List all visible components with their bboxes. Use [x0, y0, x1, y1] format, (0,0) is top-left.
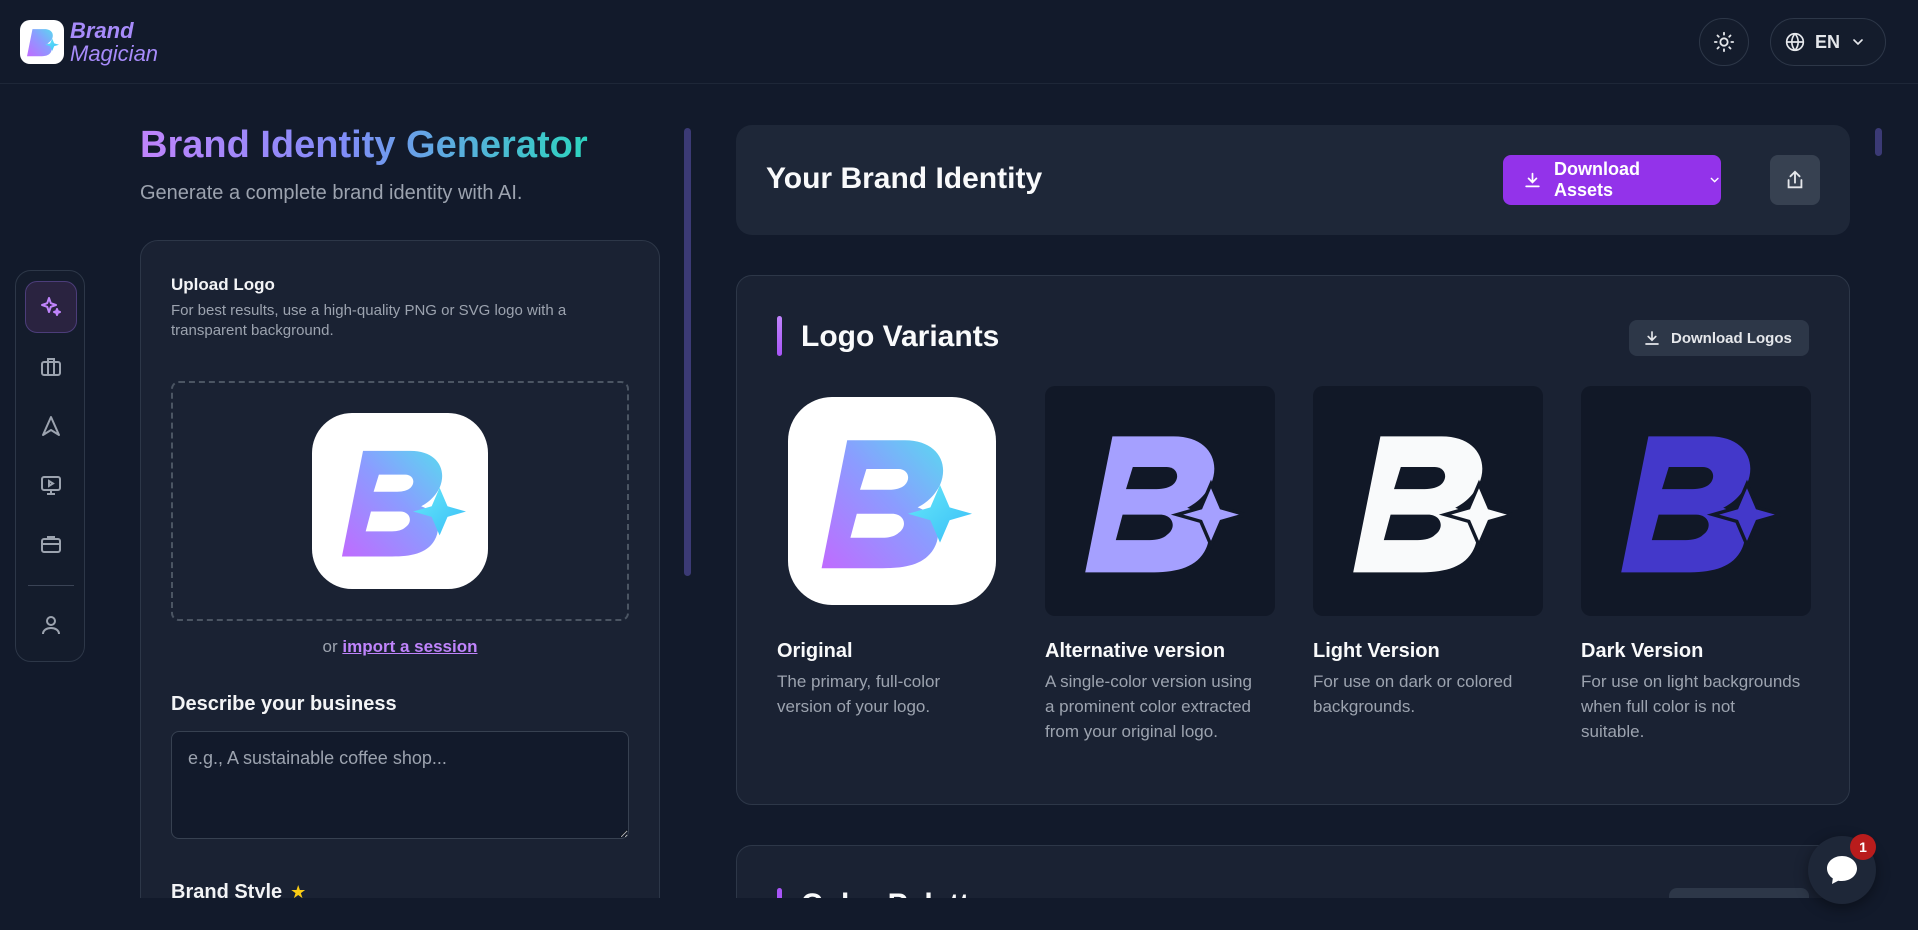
share-icon: [1787, 170, 1803, 189]
generator-form: Upload Logo For best results, use a high…: [140, 240, 660, 930]
nav-item-campaigns[interactable]: [25, 400, 77, 452]
page-title: Brand Identity Generator: [140, 124, 588, 166]
logo-variants-title: Logo Variants: [801, 320, 1000, 353]
nav-item-presentations[interactable]: [25, 459, 77, 511]
import-prefix: or: [322, 637, 338, 656]
brand-logo[interactable]: Brand Magician: [20, 19, 158, 65]
download-assets-label: Download Assets: [1553, 159, 1640, 200]
variant-dark-preview: [1581, 386, 1811, 616]
side-navigation: [15, 270, 85, 662]
share-button[interactable]: [1770, 155, 1820, 205]
describe-business-label: Describe your business: [171, 693, 397, 715]
variant-name: Dark Version: [1581, 640, 1704, 662]
variant-description: For use on light backgrounds when full c…: [1581, 672, 1801, 741]
theme-toggle-button[interactable]: [1699, 18, 1749, 66]
variant-description: The primary, full-color version of your …: [777, 672, 941, 716]
variant-light[interactable]: Light Version For use on dark or colored…: [1313, 386, 1543, 719]
nav-item-profile[interactable]: [25, 599, 77, 651]
download-icon: [1525, 172, 1540, 188]
variant-description: For use on dark or colored backgrounds.: [1313, 672, 1513, 716]
navigation-arrow-icon: [42, 416, 60, 436]
variant-light-preview: [1313, 386, 1543, 616]
upload-logo-label: Upload Logo: [171, 275, 275, 294]
variant-name: Alternative version: [1045, 640, 1226, 662]
download-logos-label: Download Logos: [1671, 329, 1792, 347]
variant-original-preview: [777, 386, 1007, 616]
variant-original[interactable]: Original The primary, full-color version…: [777, 386, 1007, 719]
sparkles-icon: [41, 297, 61, 316]
briefcase-icon: [41, 358, 61, 376]
logo-variants-section: Logo Variants Download Logos Original Th…: [736, 275, 1850, 805]
page-subtitle: Generate a complete brand identity with …: [140, 182, 523, 204]
variant-alternative-preview: [1045, 386, 1275, 616]
uploaded-logo-preview: [312, 413, 488, 589]
left-panel-scrollbar[interactable]: [684, 128, 691, 576]
download-logos-button[interactable]: Download Logos: [1629, 320, 1809, 356]
nav-item-brand-kit[interactable]: [25, 341, 77, 393]
download-icon: [1645, 331, 1659, 345]
viewport-bottom-edge: [0, 898, 1918, 930]
logo-dropzone[interactable]: [171, 381, 629, 621]
import-session-row: or import a session: [141, 637, 659, 657]
sun-icon: [1713, 31, 1735, 53]
variant-name: Light Version: [1313, 640, 1440, 662]
language-selector[interactable]: EN: [1770, 18, 1886, 66]
chevron-down-icon: [1710, 177, 1719, 183]
right-panel-scrollbar[interactable]: [1875, 128, 1882, 156]
monitor-play-icon: [41, 476, 61, 495]
nav-item-toolbox[interactable]: [25, 518, 77, 570]
nav-item-generator[interactable]: [25, 281, 77, 333]
variant-alternative[interactable]: Alternative version A single-color versi…: [1045, 386, 1275, 744]
brand-mark-icon: [20, 20, 64, 64]
upload-logo-hint: For best results, use a high-quality PNG…: [171, 302, 567, 339]
import-session-link[interactable]: import a session: [342, 637, 477, 656]
user-icon: [42, 616, 60, 635]
globe-icon: [1785, 32, 1805, 52]
variant-description: A single-color version using a prominent…: [1045, 672, 1252, 741]
business-description-input[interactable]: [171, 731, 629, 839]
chevron-down-icon: [1853, 39, 1863, 46]
chat-notification-badge: 1: [1850, 834, 1876, 860]
variant-dark[interactable]: Dark Version For use on light background…: [1581, 386, 1811, 744]
download-assets-button[interactable]: Download Assets: [1503, 155, 1721, 205]
brand-name-line2: Magician: [70, 41, 159, 66]
brand-identity-header: Your Brand Identity Download Assets: [736, 125, 1850, 235]
variant-name: Original: [777, 640, 853, 662]
language-label: EN: [1815, 31, 1841, 52]
brand-name-line1: Brand: [70, 18, 134, 43]
section-accent-bar: [777, 316, 782, 356]
brand-identity-title: Your Brand Identity: [766, 162, 1043, 195]
nav-divider: [28, 585, 74, 586]
toolbox-icon: [41, 536, 61, 553]
top-bar: Brand Magician EN: [0, 0, 1918, 84]
